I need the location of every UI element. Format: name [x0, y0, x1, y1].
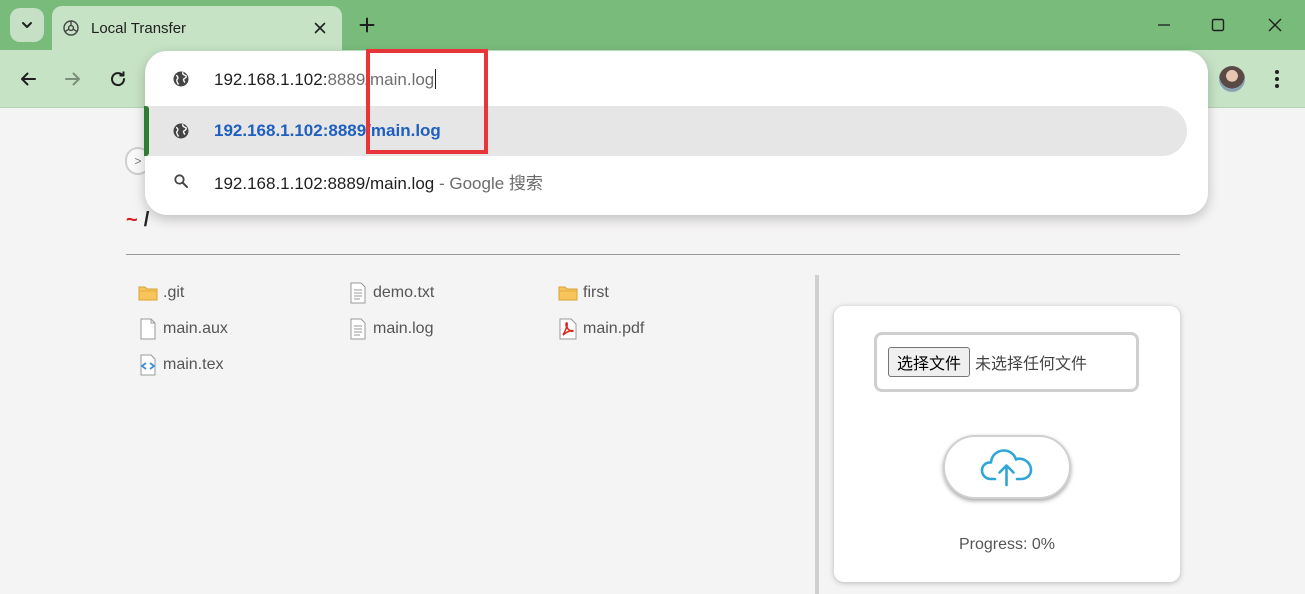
- folder-icon: [137, 282, 159, 304]
- address-text[interactable]: 192.168.1.102:8889/main.log: [214, 68, 437, 90]
- cloud-upload-icon: [980, 449, 1033, 487]
- more-vert-icon: [1275, 70, 1279, 88]
- no-file-label: 未选择任何文件: [975, 354, 1088, 373]
- pdf-file-icon: [557, 318, 579, 340]
- file-item[interactable]: main.pdf: [557, 317, 644, 341]
- text-caret: [435, 68, 437, 89]
- search-icon: [169, 169, 193, 193]
- file-item[interactable]: first: [557, 281, 609, 305]
- suggestion-url: 192.168.1.102:8889/main.log: [214, 121, 441, 140]
- close-window-button[interactable]: [1257, 8, 1293, 42]
- file-item[interactable]: main.aux: [137, 317, 228, 341]
- back-button[interactable]: [11, 62, 45, 96]
- file-item[interactable]: demo.txt: [347, 281, 434, 305]
- reload-button[interactable]: [101, 62, 135, 96]
- file-item[interactable]: .git: [137, 281, 184, 305]
- minimize-button[interactable]: [1146, 8, 1182, 42]
- suggestion-row-search[interactable]: 192.168.1.102:8889/main.log - Google 搜索: [145, 156, 1208, 206]
- upload-panel: 选择文件 未选择任何文件 Progress: 0%: [834, 306, 1180, 582]
- address-autocomplete-end: /main.log: [365, 69, 435, 89]
- chevron-down-icon: [22, 22, 32, 28]
- arrow-left-icon: [21, 72, 36, 86]
- maximize-button[interactable]: [1200, 8, 1236, 42]
- selection-accent: [144, 106, 149, 156]
- upload-button[interactable]: [943, 435, 1071, 499]
- file-name: main.tex: [163, 356, 224, 373]
- address-autocomplete: 8889: [327, 69, 366, 89]
- app-favicon-icon: [61, 18, 81, 38]
- tab-bar: Local Transfer: [0, 0, 1305, 50]
- address-bar[interactable]: 192.168.1.102:8889/main.log: [145, 54, 1208, 104]
- suggestion-query: 192.168.1.102:8889/main.log: [214, 173, 435, 193]
- suggestion-row-selected[interactable]: 192.168.1.102:8889/main.log: [144, 106, 1187, 156]
- tab-search-button[interactable]: [10, 8, 44, 42]
- tab-local-transfer[interactable]: Local Transfer: [52, 6, 342, 50]
- file-item[interactable]: main.tex: [137, 353, 223, 377]
- browser-menu-button[interactable]: [1262, 64, 1292, 94]
- file-name: .git: [163, 284, 185, 301]
- globe-icon: [169, 119, 193, 143]
- maximize-icon: [1211, 18, 1225, 32]
- blank-file-icon: [137, 318, 159, 340]
- folder-icon: [557, 282, 579, 304]
- minimize-icon: [1158, 24, 1170, 26]
- reload-icon: [111, 71, 126, 87]
- suggestion-engine: - Google 搜索: [434, 173, 543, 193]
- address-typed: 192.168.1.102:: [214, 69, 328, 89]
- suggestion-search-text: 192.168.1.102:8889/main.log - Google 搜索: [214, 169, 543, 194]
- new-tab-button[interactable]: [352, 10, 382, 40]
- file-item[interactable]: main.log: [347, 317, 433, 341]
- breadcrumb-root[interactable]: /: [144, 209, 150, 231]
- code-file-icon: [137, 354, 159, 376]
- omnibox-dropdown: 192.168.1.102:8889/main.log 192.168.1.10…: [144, 51, 1208, 215]
- file-name: main.aux: [163, 320, 228, 337]
- header-divider: [126, 254, 1180, 255]
- plus-icon: [359, 17, 375, 33]
- close-icon: [1268, 18, 1282, 32]
- breadcrumb: ~ /: [126, 209, 149, 232]
- file-name: demo.txt: [373, 284, 435, 301]
- file-picker[interactable]: 选择文件 未选择任何文件: [874, 332, 1139, 392]
- text-file-icon: [347, 318, 369, 340]
- breadcrumb-home[interactable]: ~: [126, 209, 138, 231]
- tab-title: Local Transfer: [91, 19, 187, 37]
- profile-avatar[interactable]: [1219, 66, 1245, 92]
- forward-button[interactable]: [56, 62, 90, 96]
- progress-text: Progress: 0%: [958, 536, 1056, 553]
- choose-file-button[interactable]: 选择文件: [888, 347, 971, 377]
- file-name: main.pdf: [583, 320, 645, 337]
- tab-close-icon[interactable]: [310, 18, 330, 38]
- panel-divider: [815, 275, 819, 594]
- file-name: first: [583, 284, 609, 301]
- globe-icon: [169, 67, 193, 91]
- file-name: main.log: [373, 320, 434, 337]
- text-file-icon: [347, 282, 369, 304]
- arrow-right-icon: [65, 72, 80, 86]
